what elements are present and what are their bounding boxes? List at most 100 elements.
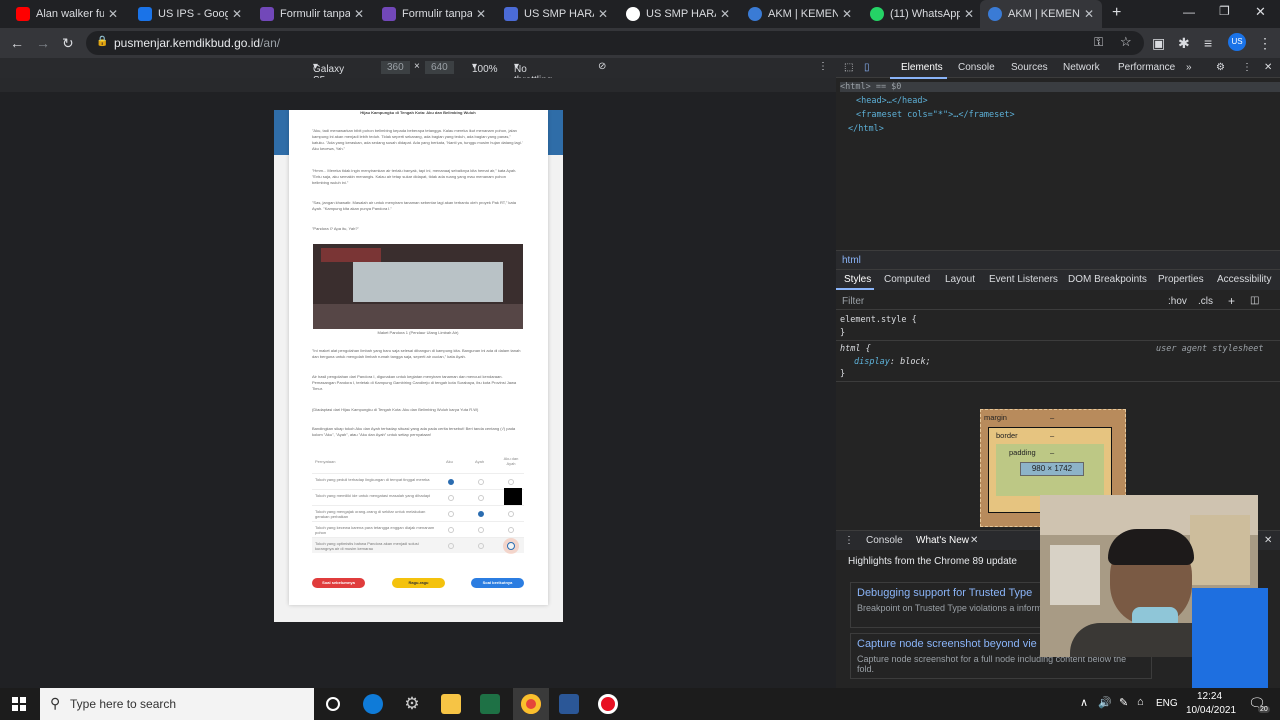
word-icon[interactable]	[559, 694, 579, 714]
radio-ayah[interactable]	[478, 511, 484, 517]
tab-styles[interactable]: Styles	[844, 274, 871, 285]
close-icon[interactable]: ✕	[842, 7, 852, 21]
radio-ayah[interactable]	[478, 527, 484, 533]
whats-new-close-icon[interactable]: ✕	[970, 535, 978, 546]
tab-properties[interactable]: Properties	[1158, 274, 1204, 285]
close-icon[interactable]: ✕	[720, 7, 730, 21]
radio-ayah[interactable]	[478, 495, 484, 501]
radio-ayah[interactable]	[478, 543, 484, 549]
device-menu-icon[interactable]: ⋮	[818, 61, 828, 72]
tab-4[interactable]: Formulir tanpa ju✕	[374, 0, 494, 28]
close-icon[interactable]: ✕	[598, 7, 608, 21]
lock-icon[interactable]: 🔒	[96, 36, 108, 47]
window-close-icon[interactable]: ✕	[1255, 4, 1266, 20]
tab-3[interactable]: Formulir tanpa ju✕	[252, 0, 372, 28]
key-icon[interactable]: ⚿	[1094, 35, 1103, 50]
tab-event-listeners[interactable]: Event Listeners	[989, 274, 1058, 285]
device-toggle-icon[interactable]: ▯	[864, 62, 870, 73]
dom-node-frameset[interactable]: <frameset cols="*">…</frameset>	[856, 110, 1015, 120]
devtools-close-icon[interactable]: ✕	[1264, 62, 1272, 73]
menu-icon[interactable]: ⋮	[1258, 28, 1272, 58]
close-icon[interactable]: ✕	[476, 7, 486, 21]
close-icon[interactable]: ✕	[354, 7, 364, 21]
taskbar-search[interactable]: ⚲ Type here to search	[40, 688, 314, 720]
file-explorer-icon[interactable]	[441, 694, 461, 714]
tab-5[interactable]: US SMP HARAPA✕	[496, 0, 616, 28]
screencast-icon[interactable]: ▣	[1152, 28, 1165, 58]
tab-1[interactable]: Alan walker full a✕	[8, 0, 126, 28]
language-indicator[interactable]: ENG	[1156, 698, 1178, 709]
volume-icon[interactable]: 🔊	[1098, 696, 1112, 709]
inspect-icon[interactable]: ⬚	[844, 62, 853, 73]
profile-avatar[interactable]: US	[1228, 33, 1246, 51]
close-icon[interactable]: ✕	[232, 7, 242, 21]
tab-6[interactable]: US SMP HARAPA✕	[618, 0, 738, 28]
tab-console[interactable]: Console	[958, 62, 995, 73]
excel-icon[interactable]	[480, 694, 500, 714]
minimize-icon[interactable]: —	[1183, 5, 1195, 19]
filter-input[interactable]: Filter	[842, 296, 864, 307]
devtools-menu-icon[interactable]: ⋮	[1242, 62, 1252, 73]
zoom-select[interactable]: 100% ▾	[472, 61, 498, 75]
device-select[interactable]: Galaxy S5 ▾	[313, 61, 344, 86]
tab-layout[interactable]: Layout	[945, 274, 975, 285]
restore-icon[interactable]: ❐	[1219, 4, 1230, 18]
radio-ayah[interactable]	[478, 479, 484, 485]
tab-8[interactable]: (11) WhatsApp ✕	[862, 0, 982, 28]
chrome-icon[interactable]	[521, 694, 541, 714]
tab-computed[interactable]: Computed	[884, 274, 930, 285]
rotate-icon[interactable]: ⊘	[598, 61, 606, 72]
radio-aku[interactable]	[448, 527, 454, 533]
radio-both-hover[interactable]	[507, 542, 515, 550]
extensions-icon[interactable]: ✱	[1178, 28, 1190, 58]
reload-icon[interactable]: ↻	[62, 28, 74, 58]
clock-time[interactable]: 12:24	[1197, 691, 1222, 702]
drawer-menu-icon[interactable]: ⋮	[844, 535, 854, 546]
tab-9-active[interactable]: AKM | KEMENTE✕	[980, 0, 1102, 28]
bookmark-star-icon[interactable]: ☆	[1120, 34, 1132, 50]
add-rule-icon[interactable]: +	[1228, 294, 1235, 308]
pen-icon[interactable]: ✎	[1119, 696, 1128, 709]
more-tabs-icon[interactable]: »	[1186, 62, 1192, 73]
radio-aku[interactable]	[448, 543, 454, 549]
clock-date[interactable]: 10/04/2021	[1186, 705, 1236, 716]
radio-aku[interactable]	[448, 479, 454, 485]
close-icon[interactable]: ✕	[1084, 7, 1094, 21]
drawer-tab-whats-new[interactable]: What's New	[916, 535, 969, 546]
radio-aku[interactable]	[448, 511, 454, 517]
width-input[interactable]: 360	[381, 61, 410, 74]
hov-toggle[interactable]: :hov	[1168, 296, 1187, 307]
tab-elements[interactable]: Elements	[901, 62, 943, 73]
reading-list-icon[interactable]: ≡	[1204, 28, 1212, 58]
prev-question-button[interactable]: Soal sebelumnya	[312, 578, 365, 588]
tab-7[interactable]: AKM | KEMENTE✕	[740, 0, 860, 28]
tab-performance[interactable]: Performance	[1118, 62, 1175, 73]
edge-icon[interactable]	[363, 694, 383, 714]
network-icon[interactable]: ⌂	[1137, 696, 1144, 708]
computed-sidebar-icon[interactable]: ◫	[1250, 295, 1259, 306]
drawer-tab-console[interactable]: Console	[866, 535, 903, 546]
close-icon[interactable]: ✕	[964, 7, 974, 21]
tab-accessibility[interactable]: Accessibility	[1217, 274, 1271, 285]
address-bar[interactable]: 🔒 pusmenjar.kemdikbud.go.id/an/ ⚿ ☆	[86, 31, 1144, 55]
dom-node-html[interactable]: <html> == $0	[840, 82, 1280, 92]
doubt-button[interactable]: Ragu-ragu	[392, 578, 445, 588]
settings-gear-icon[interactable]: ⚙	[1216, 62, 1225, 73]
forward-icon[interactable]: →	[36, 28, 50, 58]
close-icon[interactable]: ✕	[108, 7, 118, 21]
radio-both[interactable]	[508, 479, 514, 485]
throttle-select[interactable]: No throttling ▾	[514, 61, 552, 86]
next-question-button[interactable]: Soal berikutnya	[471, 578, 524, 588]
record-icon[interactable]	[598, 694, 618, 714]
windows-start-icon[interactable]	[12, 697, 26, 711]
radio-both[interactable]	[508, 527, 514, 533]
radio-both[interactable]	[508, 511, 514, 517]
chevron-up-icon[interactable]: ∧	[1080, 696, 1088, 709]
new-tab-icon[interactable]: +	[1112, 4, 1121, 22]
settings-gear-icon[interactable]: ⚙	[402, 694, 422, 714]
cortana-icon[interactable]	[326, 697, 340, 711]
back-icon[interactable]: ←	[10, 28, 24, 58]
height-input[interactable]: 640	[425, 61, 454, 74]
radio-aku[interactable]	[448, 495, 454, 501]
breadcrumb[interactable]: html	[842, 255, 861, 266]
